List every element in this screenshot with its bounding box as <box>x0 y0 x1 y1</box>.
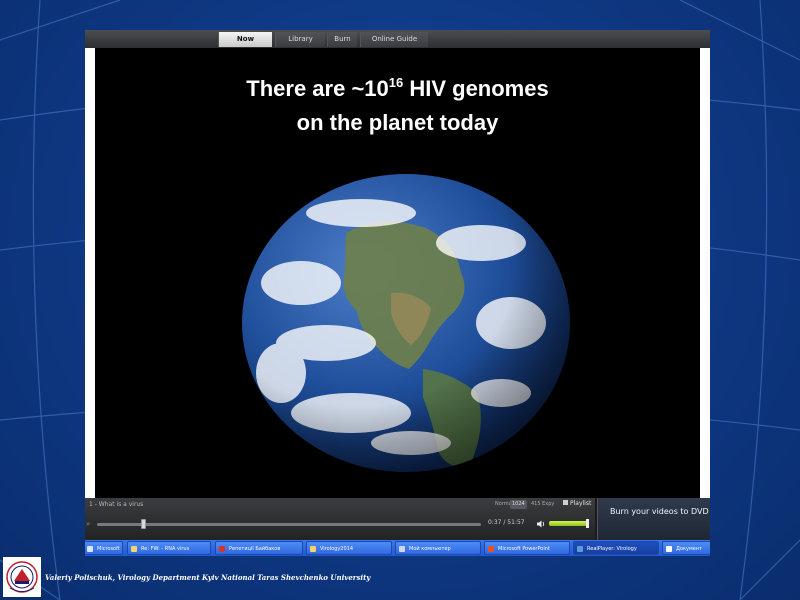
earth-image <box>242 174 570 472</box>
tab-now-playing[interactable]: Now Playing <box>218 32 272 58</box>
volume-slider[interactable] <box>549 519 589 528</box>
tab-online-guide[interactable]: Online Guide <box>360 32 428 47</box>
speaker-icon[interactable] <box>536 519 546 529</box>
time-readout: 0:37 / 51:57 <box>488 519 525 526</box>
taskbar-item-label: Re: FW: - RNA virus <box>141 546 190 552</box>
taskbar-item-label: Microsoft <box>97 546 120 552</box>
university-logo <box>3 557 41 597</box>
taskbar-item[interactable]: Microsoft <box>85 541 123 555</box>
window-icon <box>87 546 93 552</box>
taskbar-item[interactable]: Мой компьютер <box>395 541 481 555</box>
volume-level <box>549 521 587 526</box>
video-title: There are ~1016 HIV genomes on the plane… <box>95 66 700 140</box>
taskbar-item-label: Репетиції Байбаков <box>229 546 281 552</box>
taskbar-item[interactable]: Microsoft PowerPoint <box>484 541 570 555</box>
folder-icon <box>310 546 316 552</box>
playlist-icon <box>563 500 568 505</box>
video-title-exponent: 16 <box>388 75 404 90</box>
view-mode-1024[interactable]: 1024 <box>510 500 527 509</box>
view-mode-expy[interactable]: 415 Expy <box>529 500 556 509</box>
taskbar-item[interactable]: Репетиції Байбаков <box>215 541 303 555</box>
taskbar-item-label: Virology2014 <box>320 546 354 552</box>
playlist-label: Playlist <box>570 500 592 507</box>
player-tab-bar: Now Playing Library Burn Online Guide <box>85 30 710 58</box>
tab-burn[interactable]: Burn <box>327 32 357 47</box>
realplayer-icon <box>577 546 583 552</box>
taskbar-item[interactable]: RealPlayer: Virology <box>573 541 659 555</box>
taskbar-item[interactable]: Virology2014 <box>306 541 392 555</box>
seek-handle[interactable] <box>141 519 147 529</box>
seek-bar[interactable] <box>97 519 481 529</box>
opera-icon <box>219 546 225 552</box>
video-title-line2: on the planet today <box>296 110 499 135</box>
computer-icon <box>399 546 405 552</box>
clip-name: 1 - What is a virus <box>89 501 144 508</box>
video-title-prefix: There are ~10 <box>246 76 389 101</box>
taskbar-item-label: RealPlayer: Virology <box>587 546 637 552</box>
footer-credit: Valeriy Polischuk, Virology Department K… <box>45 573 371 582</box>
mail-icon <box>131 546 137 552</box>
player-controls: 1 - What is a virus Normal 1024 415 Expy… <box>85 498 595 540</box>
video-display[interactable]: There are ~1016 HIV genomes on the plane… <box>95 48 700 498</box>
video-frame: There are ~1016 HIV genomes on the plane… <box>85 48 710 498</box>
volume-handle[interactable] <box>586 519 589 528</box>
media-player-window: Now Playing Library Burn Online Guide Th… <box>85 30 710 540</box>
taskbar: Microsoft Re: FW: - RNA virus Репетиції … <box>85 540 710 556</box>
taskbar-item-label: Мой компьютер <box>409 546 451 552</box>
promo-panel[interactable]: Burn your videos to DVD with <box>597 498 710 540</box>
taskbar-item-label: Microsoft PowerPoint <box>498 546 550 552</box>
powerpoint-icon <box>488 546 494 552</box>
taskbar-item-label: Документ <box>676 546 702 552</box>
double-chevron-icon[interactable]: » <box>86 520 90 528</box>
document-icon <box>666 546 672 552</box>
video-title-suffix: HIV genomes <box>403 76 549 101</box>
playlist-button[interactable]: Playlist <box>563 500 591 507</box>
taskbar-item[interactable]: Документ <box>662 541 710 555</box>
tab-library[interactable]: Library <box>275 32 325 47</box>
promo-text: Burn your videos to DVD with <box>610 507 710 516</box>
taskbar-item[interactable]: Re: FW: - RNA virus <box>127 541 211 555</box>
